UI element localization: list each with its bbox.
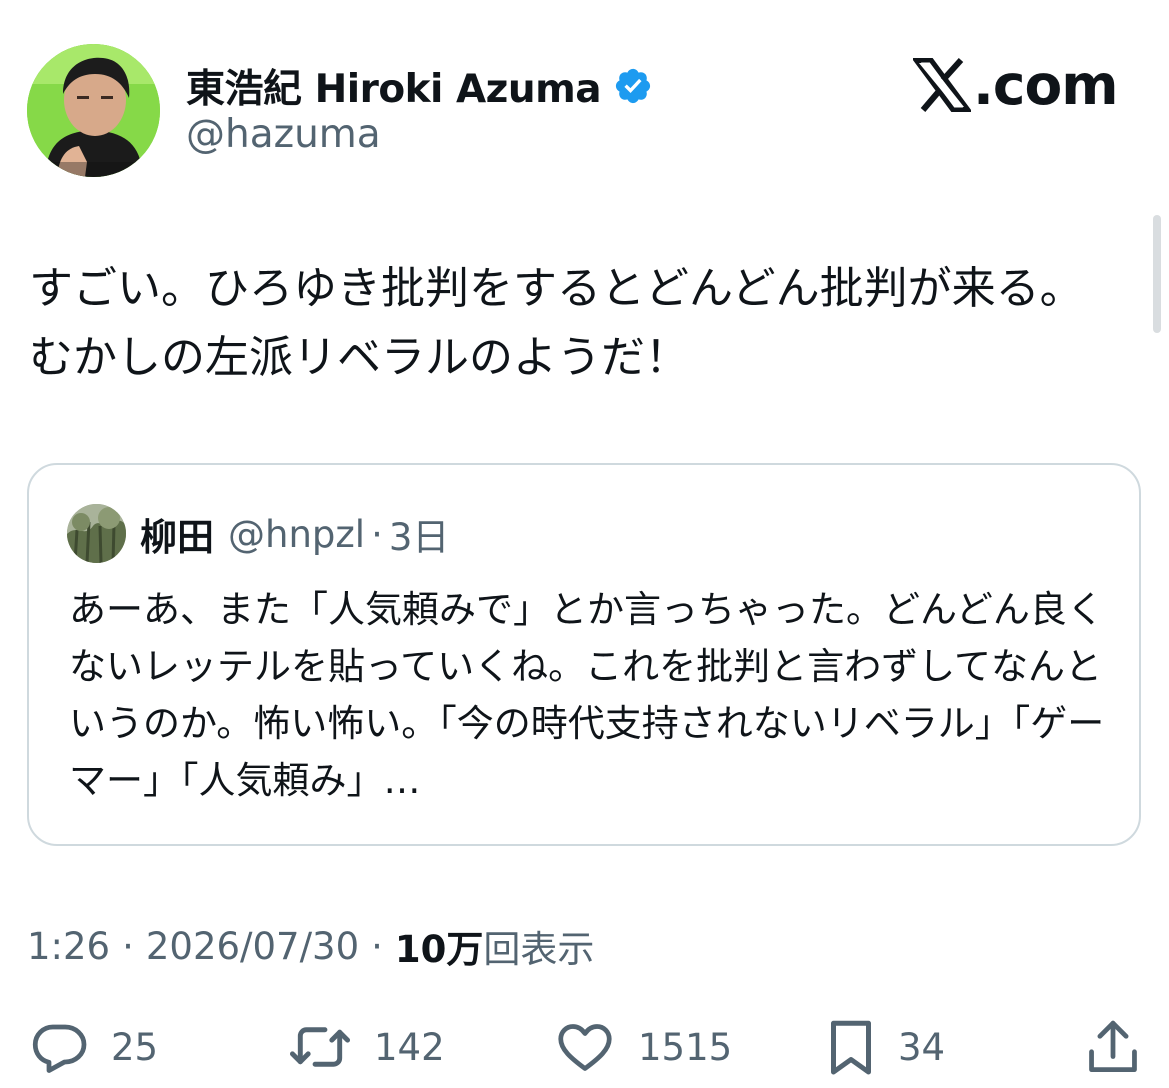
quoted-tweet-text: あーあ、また「人気頼みで」とか言っちゃった。どんどん良くないレッテルを貼っていく… <box>69 588 1105 802</box>
x-logo-icon <box>911 57 973 113</box>
author-display-name-row[interactable]: 東浩紀 Hiroki Azuma <box>186 60 653 112</box>
share-icon <box>1084 1016 1142 1078</box>
bookmark-icon <box>826 1016 876 1078</box>
author-handle[interactable]: @hazuma <box>186 112 381 157</box>
repost-count: 142 <box>374 1025 445 1069</box>
repost-button[interactable]: 142 <box>288 1014 445 1080</box>
like-icon <box>554 1017 616 1077</box>
quoted-author-name[interactable]: 柳田 <box>140 507 214 561</box>
quoted-author-handle[interactable]: @hnpzl <box>228 513 365 556</box>
quoted-tweet-time[interactable]: 3日 <box>389 507 450 561</box>
views-label: 回表示 <box>483 928 595 971</box>
brand-label: .com <box>973 53 1119 117</box>
bookmark-button[interactable]: 34 <box>826 1014 945 1080</box>
tweet-date[interactable]: 2026/07/30 <box>146 925 359 968</box>
views-count: 10万 <box>394 928 484 971</box>
x-com-watermark: .com <box>911 52 1119 118</box>
scrollbar[interactable] <box>1153 215 1161 333</box>
tweet-text: すごい。ひろゆき批判をするとどんどん批判が来る。むかしの左派リベラルのようだ！ <box>29 263 1084 383</box>
quoted-author-avatar[interactable] <box>67 504 126 563</box>
tweet-action-bar: 25 142 1515 34 <box>0 1014 1169 1080</box>
meta-separator: · <box>122 924 134 968</box>
reply-icon <box>29 1017 89 1077</box>
meta-separator: · <box>371 924 383 968</box>
like-button[interactable]: 1515 <box>554 1014 732 1080</box>
author-display-name[interactable]: 東浩紀 Hiroki Azuma <box>186 58 602 114</box>
reply-count: 25 <box>111 1025 159 1069</box>
quoted-separator: · <box>371 512 383 556</box>
tweet-meta: 1:26 · 2026/07/30 · 10万 回表示 <box>27 918 594 974</box>
tweet-time[interactable]: 1:26 <box>27 925 110 968</box>
bookmark-count: 34 <box>898 1025 946 1069</box>
repost-icon <box>288 1017 352 1077</box>
reply-button[interactable]: 25 <box>29 1014 158 1080</box>
share-button[interactable] <box>1084 1014 1142 1080</box>
verified-badge-icon <box>613 66 653 106</box>
quoted-tweet-header: 柳田 @hnpzl · 3日 <box>140 507 450 561</box>
quoted-tweet-card[interactable]: 柳田 @hnpzl · 3日 あーあ、また「人気頼みで」とか言っちゃった。どんど… <box>27 463 1141 846</box>
like-count: 1515 <box>638 1025 733 1069</box>
author-avatar[interactable] <box>27 44 160 177</box>
